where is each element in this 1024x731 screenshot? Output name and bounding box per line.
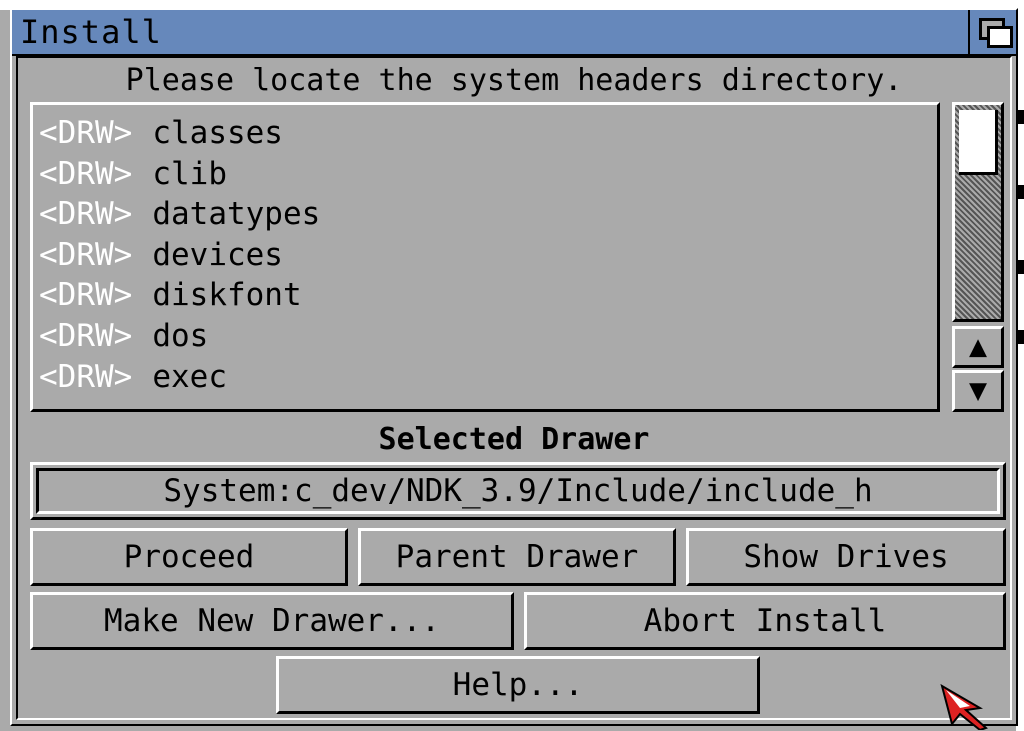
list-item[interactable]: <DRW> classes bbox=[39, 113, 931, 154]
selected-path-field[interactable]: System:c_dev/NDK_3.9/Include/include_h bbox=[30, 462, 1006, 520]
help-button[interactable]: Help... bbox=[276, 656, 760, 714]
drawer-name: clib bbox=[152, 155, 227, 192]
dialog-body: Please locate the system headers directo… bbox=[16, 56, 1012, 720]
drawer-name: dos bbox=[152, 317, 209, 354]
scroll-up-icon[interactable]: ▲ bbox=[952, 326, 1004, 368]
parent-drawer-button[interactable]: Parent Drawer bbox=[358, 528, 676, 586]
selected-path-value: System:c_dev/NDK_3.9/Include/include_h bbox=[36, 468, 1000, 514]
proceed-button[interactable]: Proceed bbox=[30, 528, 348, 586]
prompt-text: Please locate the system headers directo… bbox=[125, 63, 903, 98]
window-title: Install bbox=[20, 13, 162, 51]
drawer-name: exec bbox=[152, 358, 227, 395]
install-window: Install Please locate the system headers… bbox=[10, 8, 1018, 726]
list-item[interactable]: <DRW> diskfont bbox=[39, 275, 931, 316]
scrollbar-knob[interactable] bbox=[959, 110, 998, 175]
screen: Install Please locate the system headers… bbox=[0, 0, 1024, 731]
drawer-tag: <DRW> bbox=[39, 115, 133, 151]
drawer-name: classes bbox=[152, 115, 283, 151]
drawer-tag: <DRW> bbox=[39, 196, 133, 233]
drawer-tag: <DRW> bbox=[39, 277, 133, 314]
drawer-tag: <DRW> bbox=[39, 317, 133, 354]
drawer-name: diskfont bbox=[152, 277, 302, 314]
list-item[interactable]: <DRW> clib bbox=[39, 154, 931, 195]
selected-drawer-label: Selected Drawer bbox=[378, 422, 650, 457]
list-scrollbar[interactable] bbox=[952, 102, 1004, 322]
drawer-list[interactable]: <DRW> classes <DRW> clib <DRW> datatypes <D… bbox=[30, 102, 940, 412]
list-item[interactable]: <DRW> dos bbox=[39, 316, 931, 357]
list-item[interactable]: <DRW> devices bbox=[39, 235, 931, 276]
make-new-drawer-button[interactable]: Make New Drawer... bbox=[30, 592, 514, 650]
drawer-name: devices bbox=[152, 236, 283, 273]
drawer-tag: <DRW> bbox=[39, 236, 133, 273]
list-item[interactable]: <DRW> exec bbox=[39, 357, 931, 398]
abort-install-button[interactable]: Abort Install bbox=[524, 592, 1006, 650]
mouse-pointer-icon bbox=[940, 684, 988, 730]
drawer-name: datatypes bbox=[152, 196, 321, 233]
list-item[interactable]: <DRW> datatypes bbox=[39, 194, 931, 235]
window-depth-icon[interactable] bbox=[968, 10, 1016, 54]
show-drives-button[interactable]: Show Drives bbox=[686, 528, 1006, 586]
title-bar[interactable]: Install bbox=[12, 10, 1016, 56]
drawer-tag: <DRW> bbox=[39, 155, 133, 192]
scroll-down-icon[interactable]: ▼ bbox=[952, 370, 1004, 412]
drawer-tag: <DRW> bbox=[39, 358, 133, 395]
